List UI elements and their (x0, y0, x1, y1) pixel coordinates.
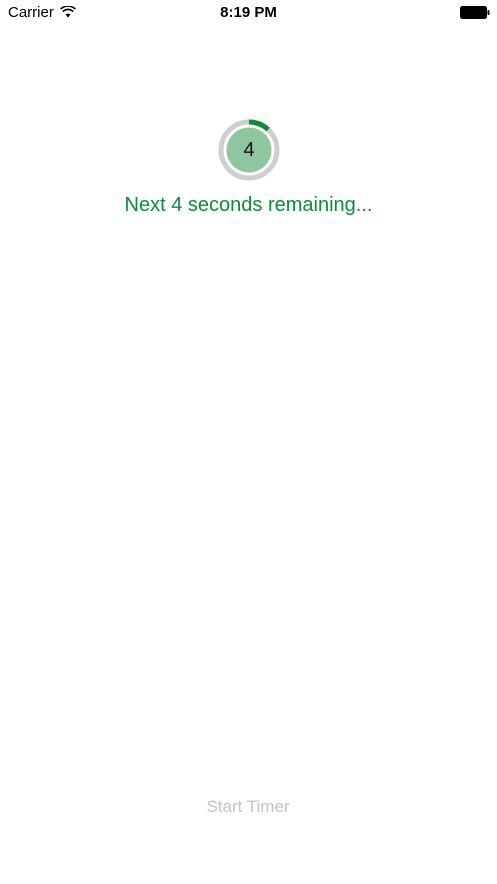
timer-count: 4 (243, 139, 255, 161)
countdown-timer: 4 (218, 119, 280, 181)
battery-icon (460, 6, 490, 19)
status-time: 8:19 PM (220, 4, 277, 21)
status-bar: Carrier 8:19 PM (0, 0, 497, 26)
start-timer-button[interactable]: Start Timer (148, 792, 348, 822)
remaining-message: Next 4 seconds remaining... (124, 194, 373, 216)
